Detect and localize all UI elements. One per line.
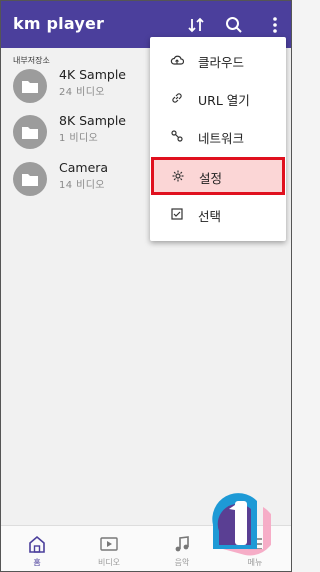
sort-icon[interactable] [186, 15, 206, 35]
settings-icon [171, 169, 185, 183]
video-icon [99, 535, 119, 553]
home-icon [27, 535, 47, 553]
folder-icon [13, 69, 47, 103]
folder-name: 4K Sample [59, 67, 126, 82]
watermark-logo [205, 487, 276, 557]
menu-item-select[interactable]: 선택 [150, 195, 286, 233]
folder-icon [13, 162, 47, 196]
menu-item-cloud[interactable]: 클라우드 [150, 41, 286, 79]
folder-video-count: 1 비디오 [59, 133, 99, 144]
menu-item-open-url[interactable]: URL 열기 [150, 79, 286, 117]
more-vert-icon[interactable] [265, 15, 285, 35]
menu-item-network[interactable]: 네트워크 [150, 117, 286, 155]
link-icon [170, 91, 184, 105]
menu-item-label: 설정 [199, 171, 223, 186]
nav-label: 메뉴 [247, 558, 263, 567]
network-icon [170, 129, 184, 143]
nav-label: 음악 [174, 558, 190, 567]
nav-home[interactable]: 홈 [1, 526, 73, 571]
folder-icon [13, 115, 47, 149]
nav-label: 홈 [33, 558, 41, 567]
checkbox-icon [170, 207, 184, 221]
app-screen: km player 내부저장소 4K Sample 24 비디오 8K Samp… [0, 0, 292, 572]
menu-item-label: 네트워크 [198, 131, 245, 146]
folder-video-count: 14 비디오 [59, 180, 105, 191]
folder-name: 8K Sample [59, 113, 126, 128]
overflow-menu: 클라우드 URL 열기 네트워크 선택 [150, 37, 286, 241]
nav-label: 비디오 [97, 558, 121, 567]
menu-item-settings[interactable]: 설정 [151, 157, 285, 195]
menu-item-label: URL 열기 [198, 93, 250, 108]
folder-name: Camera [59, 160, 109, 175]
menu-item-label: 선택 [198, 209, 222, 224]
nav-video[interactable]: 비디오 [73, 526, 145, 571]
menu-item-label: 클라우드 [198, 55, 245, 70]
folder-video-count: 24 비디오 [59, 87, 105, 98]
search-icon[interactable] [224, 15, 244, 35]
cloud-icon [170, 53, 184, 67]
app-title: km player [13, 14, 105, 33]
music-icon [172, 535, 192, 553]
